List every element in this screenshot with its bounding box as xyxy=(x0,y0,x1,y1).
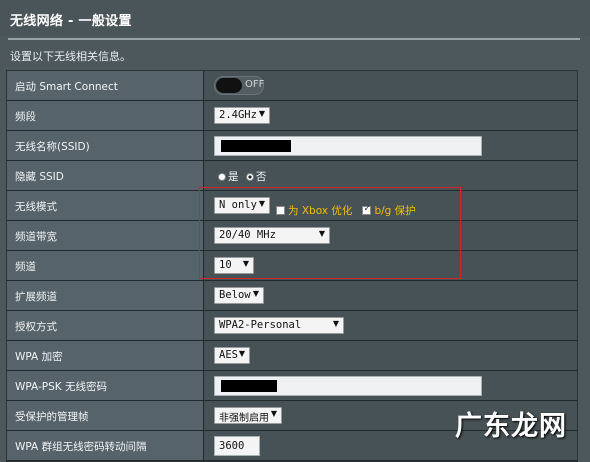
label-psk: WPA-PSK 无线密码 xyxy=(15,381,108,393)
pmf-value: 非强制启用 xyxy=(219,413,269,424)
radio-no-label: 否 xyxy=(255,171,267,183)
label-auth: 授权方式 xyxy=(15,321,57,333)
xbox-optimize-label: 为 Xbox 优化 xyxy=(288,205,353,217)
channel-select[interactable]: 10 ▼ xyxy=(214,257,254,274)
psk-redacted-value xyxy=(221,380,277,392)
label-ext-channel: 扩展频道 xyxy=(15,291,57,303)
bg-protection-label: b/g 保护 xyxy=(374,205,416,217)
label-smart-connect: 启动 Smart Connect xyxy=(15,81,118,93)
row-wireless-mode: 无线模式 N only ▼ 为 Xbox 优化 b/g 保护 xyxy=(7,191,577,221)
wireless-mode-value: N only xyxy=(219,199,257,211)
psk-input[interactable] xyxy=(214,376,482,396)
row-bandwidth: 频道带宽 20/40 MHz ▼ xyxy=(7,221,577,251)
page-header: 无线网络 - 一般设置 xyxy=(0,0,590,36)
label-wireless-mode: 无线模式 xyxy=(15,201,57,213)
row-ssid: 无线名称(SSID) xyxy=(7,131,577,161)
chevron-down-icon: ▼ xyxy=(258,109,265,118)
auth-value: WPA2-Personal xyxy=(219,319,302,331)
row-wpa-enc: WPA 加密 AES ▼ xyxy=(7,341,577,371)
radio-hide-ssid-no[interactable] xyxy=(245,173,254,181)
band-select-value: 2.4GHz xyxy=(219,109,257,121)
smart-connect-toggle[interactable]: OFF xyxy=(214,76,264,95)
radio-yes-label: 是 xyxy=(228,171,239,183)
chevron-down-icon: ▼ xyxy=(258,199,265,208)
page-description: 设置以下无线相关信息。 xyxy=(10,50,131,63)
bandwidth-select[interactable]: 20/40 MHz ▼ xyxy=(214,227,330,244)
label-ssid: 无线名称(SSID) xyxy=(15,141,90,153)
chevron-down-icon: ▼ xyxy=(332,319,339,328)
label-hide-ssid: 隐藏 SSID xyxy=(15,171,64,183)
gtk-interval-input[interactable]: 3600 xyxy=(214,436,260,456)
chevron-down-icon: ▼ xyxy=(252,289,259,298)
ssid-input[interactable] xyxy=(214,136,482,156)
row-channel: 频道 10 ▼ xyxy=(7,251,577,281)
hide-ssid-radio-group: 是 否 xyxy=(218,169,266,184)
label-band: 频段 xyxy=(15,111,36,123)
row-smart-connect: 启动 Smart Connect OFF xyxy=(7,71,577,101)
label-bandwidth: 频道带宽 xyxy=(15,231,57,243)
chevron-down-icon: ▼ xyxy=(238,349,245,358)
wireless-mode-select[interactable]: N only ▼ xyxy=(214,197,270,214)
ssid-redacted-value xyxy=(221,140,291,152)
wpa-enc-value: AES xyxy=(219,349,238,361)
row-auth: 授权方式 WPA2-Personal ▼ xyxy=(7,311,577,341)
row-psk: WPA-PSK 无线密码 xyxy=(7,371,577,401)
chevron-down-icon: ▼ xyxy=(242,259,249,268)
auth-select[interactable]: WPA2-Personal ▼ xyxy=(214,317,344,334)
row-ext-channel: 扩展频道 Below ▼ xyxy=(7,281,577,311)
chevron-down-icon: ▼ xyxy=(318,229,325,238)
ext-channel-value: Below xyxy=(219,289,251,301)
label-wpa-enc: WPA 加密 xyxy=(15,351,63,363)
wireless-options: 为 Xbox 优化 b/g 保护 xyxy=(276,199,416,218)
bg-protection-checkbox[interactable] xyxy=(362,204,372,215)
label-channel: 频道 xyxy=(15,261,36,273)
channel-value: 10 xyxy=(219,259,232,271)
band-select[interactable]: 2.4GHz ▼ xyxy=(214,107,270,124)
watermark-text: 广东龙网 xyxy=(455,411,567,442)
ext-channel-select[interactable]: Below ▼ xyxy=(214,287,264,304)
row-hide-ssid: 隐藏 SSID 是 否 xyxy=(7,161,577,191)
toggle-state-label: OFF xyxy=(245,79,265,90)
bandwidth-value: 20/40 MHz xyxy=(219,229,276,241)
row-band: 频段 2.4GHz ▼ xyxy=(7,101,577,131)
xbox-optimize-checkbox[interactable] xyxy=(276,206,285,215)
wpa-enc-select[interactable]: AES ▼ xyxy=(214,347,250,364)
radio-hide-ssid-yes[interactable] xyxy=(218,173,226,181)
header-divider xyxy=(8,38,580,40)
gtk-interval-value: 3600 xyxy=(219,440,245,452)
label-gtk: WPA 群组无线密码转动间隔 xyxy=(15,441,147,453)
label-pmf: 受保护的管理帧 xyxy=(15,411,89,423)
toggle-knob xyxy=(216,78,242,93)
pmf-select[interactable]: 非强制启用 ▼ xyxy=(214,407,282,424)
page-title: 无线网络 - 一般设置 xyxy=(10,14,132,29)
chevron-down-icon: ▼ xyxy=(270,409,277,418)
